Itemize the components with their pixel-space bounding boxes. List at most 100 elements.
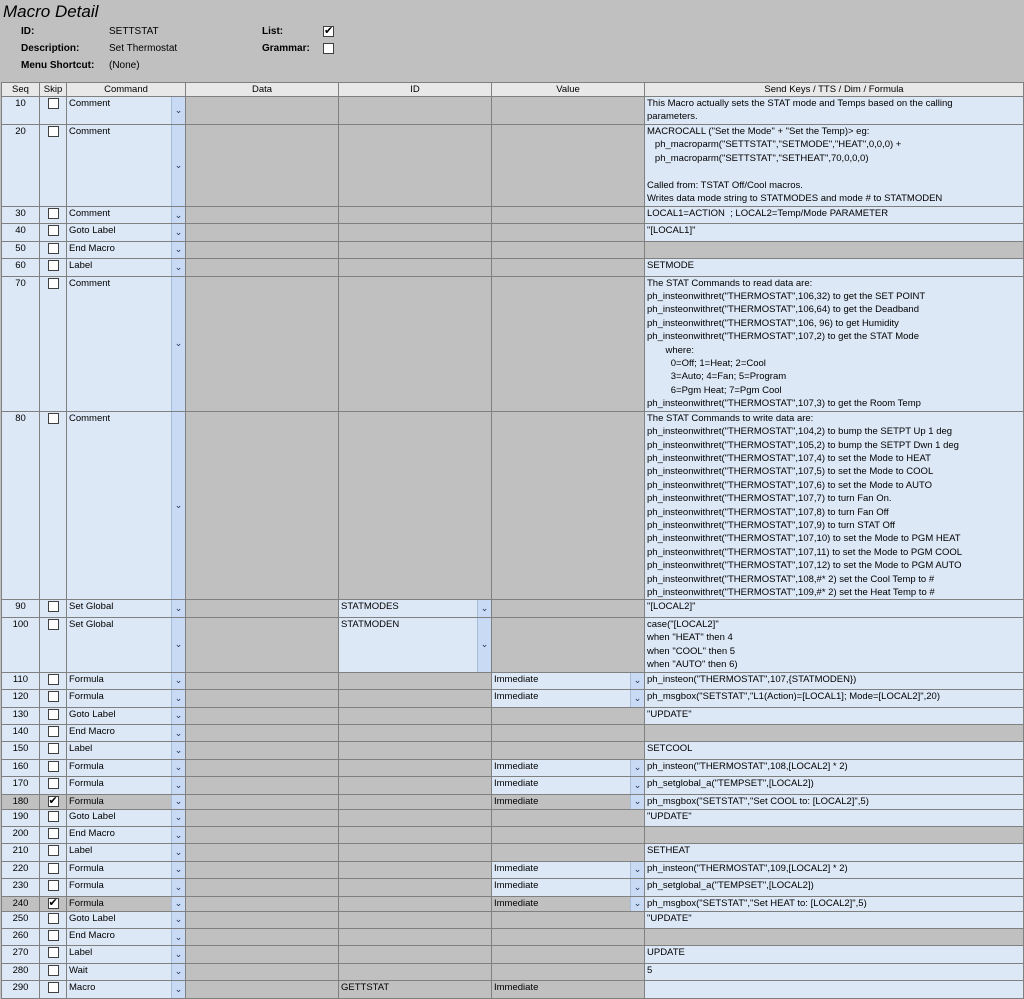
id-cell[interactable] bbox=[338, 843, 492, 862]
command-select[interactable]: Formula ⌄ bbox=[66, 895, 186, 912]
chevron-down-icon[interactable]: ⌄ bbox=[171, 412, 185, 599]
skip-cell[interactable] bbox=[39, 205, 67, 225]
formula-cell[interactable]: SETHEAT bbox=[644, 843, 1024, 862]
data-cell[interactable] bbox=[185, 843, 339, 862]
table-row[interactable]: 180 ✔ Formula ⌄ Immediate ⌄ ph_msgbox("SETSTAT… bbox=[1, 793, 1024, 810]
table-row[interactable]: 40 Goto Label ⌄ "[LOCAL1]" bbox=[1, 223, 1024, 242]
chevron-down-icon[interactable]: ⌄ bbox=[171, 964, 185, 980]
value-select[interactable] bbox=[491, 928, 645, 947]
table-row[interactable]: 240 ✔ Formula ⌄ Immediate ⌄ ph_msgbox("SETSTAT… bbox=[1, 895, 1024, 912]
skip-checkbox[interactable] bbox=[47, 126, 59, 137]
skip-checkbox[interactable] bbox=[47, 862, 59, 874]
data-cell[interactable] bbox=[185, 741, 339, 760]
data-cell[interactable] bbox=[185, 723, 339, 743]
table-row[interactable]: 220 Formula ⌄ Immediate ⌄ ph_insteon("THERMOS… bbox=[1, 860, 1024, 880]
value-select[interactable] bbox=[491, 240, 645, 260]
skip-cell[interactable] bbox=[39, 962, 67, 982]
table-row[interactable]: 70 Comment ⌄ The STAT Commands to read data… bbox=[1, 275, 1024, 412]
chevron-down-icon[interactable]: ⌄ bbox=[171, 673, 185, 689]
id-cell[interactable] bbox=[338, 223, 492, 242]
skip-checkbox[interactable] bbox=[47, 912, 59, 924]
table-row[interactable]: 210 Label ⌄ SETHEAT bbox=[1, 843, 1024, 862]
chevron-down-icon[interactable]: ⌄ bbox=[171, 946, 185, 963]
data-cell[interactable] bbox=[185, 980, 339, 999]
chevron-down-icon[interactable]: ⌄ bbox=[171, 760, 185, 776]
value-select[interactable]: Immediate ⌄ bbox=[491, 860, 645, 880]
command-select[interactable]: Comment ⌄ bbox=[66, 410, 186, 601]
value-select[interactable] bbox=[491, 945, 645, 964]
skip-checkbox[interactable] bbox=[47, 412, 59, 424]
table-row[interactable]: 110 Formula ⌄ Immediate ⌄ ph_insteon("THERMOS… bbox=[1, 671, 1024, 691]
chevron-down-icon[interactable]: ⌄ bbox=[630, 777, 644, 794]
id-cell[interactable] bbox=[338, 776, 492, 795]
chevron-down-icon[interactable]: ⌄ bbox=[171, 97, 185, 124]
formula-cell[interactable]: This Macro actually sets the STAT mode a… bbox=[644, 96, 1024, 125]
data-cell[interactable] bbox=[185, 275, 339, 412]
formula-cell[interactable] bbox=[644, 928, 1024, 947]
chevron-down-icon[interactable]: ⌄ bbox=[171, 690, 185, 707]
value-select[interactable] bbox=[491, 962, 645, 982]
table-row[interactable]: 90 Set Global ⌄ STATMODES ⌄ "[LOCAL2]" bbox=[1, 599, 1024, 618]
data-cell[interactable] bbox=[185, 205, 339, 225]
id-cell[interactable] bbox=[338, 671, 492, 691]
formula-cell[interactable]: SETCOOL bbox=[644, 741, 1024, 760]
skip-cell[interactable] bbox=[39, 928, 67, 947]
data-cell[interactable] bbox=[185, 671, 339, 691]
skip-cell[interactable] bbox=[39, 599, 67, 618]
skip-cell[interactable] bbox=[39, 826, 67, 845]
data-cell[interactable] bbox=[185, 962, 339, 982]
formula-cell[interactable]: ph_setglobal_a("TEMPSET",[LOCAL2]) bbox=[644, 776, 1024, 795]
id-cell[interactable] bbox=[338, 928, 492, 947]
data-cell[interactable] bbox=[185, 826, 339, 845]
data-cell[interactable] bbox=[185, 928, 339, 947]
table-row[interactable]: 130 Goto Label ⌄ "UPDATE" bbox=[1, 706, 1024, 726]
chevron-down-icon[interactable]: ⌄ bbox=[171, 725, 185, 741]
skip-cell[interactable] bbox=[39, 843, 67, 862]
skip-checkbox[interactable] bbox=[47, 778, 59, 790]
data-cell[interactable] bbox=[185, 124, 339, 207]
formula-cell[interactable]: ph_setglobal_a("TEMPSET",[LOCAL2]) bbox=[644, 878, 1024, 897]
data-cell[interactable] bbox=[185, 96, 339, 125]
id-cell[interactable] bbox=[338, 945, 492, 964]
value-select[interactable]: Immediate ⌄ bbox=[491, 671, 645, 691]
table-row[interactable]: 270 Label ⌄ UPDATE bbox=[1, 945, 1024, 964]
formula-cell[interactable]: ph_insteon("THERMOSTAT",107,{STATMODEN}) bbox=[644, 671, 1024, 691]
column-header-skip[interactable]: Skip bbox=[39, 82, 67, 97]
id-cell[interactable] bbox=[338, 124, 492, 207]
table-row[interactable]: 200 End Macro ⌄ bbox=[1, 826, 1024, 845]
chevron-down-icon[interactable]: ⌄ bbox=[171, 795, 185, 809]
formula-cell[interactable]: The STAT Commands to write data are: ph_… bbox=[644, 410, 1024, 601]
formula-cell[interactable]: MACROCALL ("Set the Mode" + "Set the Tem… bbox=[644, 124, 1024, 207]
command-select[interactable]: Set Global ⌄ bbox=[66, 599, 186, 618]
table-row[interactable]: 190 Goto Label ⌄ "UPDATE" bbox=[1, 808, 1024, 828]
table-row[interactable]: 120 Formula ⌄ Immediate ⌄ ph_msgbox("SETSTAT"… bbox=[1, 689, 1024, 708]
skip-cell[interactable] bbox=[39, 723, 67, 743]
formula-cell[interactable]: The STAT Commands to read data are: ph_i… bbox=[644, 275, 1024, 412]
formula-cell[interactable] bbox=[644, 723, 1024, 743]
formula-cell[interactable]: "UPDATE" bbox=[644, 910, 1024, 930]
command-select[interactable]: Comment ⌄ bbox=[66, 275, 186, 412]
command-select[interactable]: Comment ⌄ bbox=[66, 96, 186, 125]
skip-checkbox[interactable] bbox=[47, 760, 59, 772]
id-cell[interactable] bbox=[338, 723, 492, 743]
skip-checkbox[interactable] bbox=[47, 947, 59, 959]
formula-cell[interactable] bbox=[644, 240, 1024, 260]
chevron-down-icon[interactable]: ⌄ bbox=[171, 259, 185, 276]
command-select[interactable]: Formula ⌄ bbox=[66, 671, 186, 691]
id-cell[interactable] bbox=[338, 706, 492, 726]
formula-cell[interactable]: "[LOCAL1]" bbox=[644, 223, 1024, 242]
command-select[interactable]: Formula ⌄ bbox=[66, 878, 186, 897]
skip-checkbox[interactable] bbox=[47, 242, 59, 254]
skip-cell[interactable] bbox=[39, 808, 67, 828]
chevron-down-icon[interactable]: ⌄ bbox=[171, 777, 185, 794]
list-checkbox[interactable]: ✔ bbox=[323, 26, 334, 37]
table-row[interactable]: 230 Formula ⌄ Immediate ⌄ ph_setglobal_a("TEM… bbox=[1, 878, 1024, 897]
id-cell[interactable]: STATMODEN ⌄ bbox=[338, 616, 492, 673]
command-select[interactable]: Formula ⌄ bbox=[66, 689, 186, 708]
skip-cell[interactable] bbox=[39, 741, 67, 760]
id-cell[interactable] bbox=[338, 741, 492, 760]
chevron-down-icon[interactable]: ⌄ bbox=[630, 862, 644, 878]
skip-checkbox[interactable] bbox=[47, 845, 59, 857]
skip-cell[interactable] bbox=[39, 878, 67, 897]
chevron-down-icon[interactable]: ⌄ bbox=[630, 760, 644, 776]
